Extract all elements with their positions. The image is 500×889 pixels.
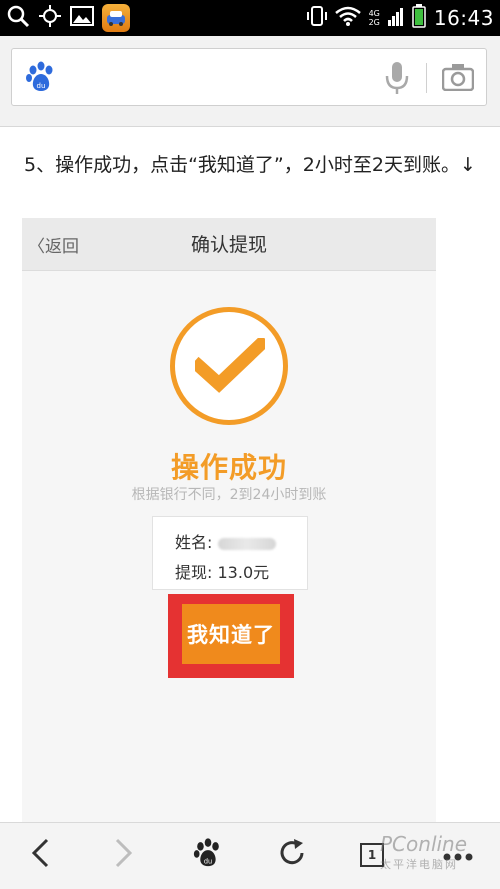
search-icon xyxy=(6,4,30,32)
chevron-left-icon xyxy=(29,837,51,873)
amount-row: 提现: 13.0元 xyxy=(175,559,269,583)
browser-search-bar: du xyxy=(0,36,500,127)
checkmark-icon xyxy=(189,334,271,398)
network-4g-label: 4G xyxy=(368,9,380,18)
confirm-withdraw-title: 确认提现 xyxy=(190,234,267,256)
baidu-paw-icon: du xyxy=(192,837,224,873)
highlight-box: 我知道了 xyxy=(168,594,294,678)
status-right-icons: 4G 2G 16:43 xyxy=(306,4,494,32)
wifi-icon xyxy=(334,5,361,31)
i-know-button[interactable]: 我知道了 xyxy=(182,604,280,664)
success-title: 操作成功 xyxy=(170,451,287,484)
network-indicator: 4G 2G xyxy=(369,9,380,27)
refresh-button[interactable] xyxy=(270,833,314,877)
amount-label: 提现: xyxy=(175,563,213,582)
status-left-icons xyxy=(6,4,130,32)
location-icon xyxy=(38,4,62,32)
status-bar: 4G 2G 16:43 xyxy=(0,0,500,36)
image-icon xyxy=(70,5,94,31)
search-divider xyxy=(426,63,427,93)
search-input[interactable]: du xyxy=(11,48,487,106)
name-label: 姓名: xyxy=(175,533,213,552)
battery-icon xyxy=(412,4,426,32)
watermark-sub: 太平洋电脑网 xyxy=(380,858,458,871)
home-button[interactable]: du xyxy=(186,833,230,877)
back-button[interactable] xyxy=(18,833,62,877)
signal-icon xyxy=(387,6,404,30)
withdraw-info-card: 姓名: 提现: 13.0元 xyxy=(152,516,308,590)
pconline-watermark: PConline 太平洋电脑网 xyxy=(380,832,500,882)
article-step-text: 5、操作成功，点击“我知道了”，2小时至2天到账。↓ xyxy=(24,154,476,176)
chevron-right-icon xyxy=(113,837,135,873)
vibrate-icon xyxy=(306,4,327,32)
success-check-circle xyxy=(170,307,288,425)
svg-text:du: du xyxy=(37,82,46,90)
network-2g-label: 2G xyxy=(368,18,380,27)
microphone-icon[interactable] xyxy=(384,61,410,99)
embedded-screenshot: 〈返回 确认提现 操作成功 根据银行不同，2到24小时到账 姓名: 提现: 13… xyxy=(22,218,436,822)
camera-icon[interactable] xyxy=(441,63,475,95)
refresh-icon xyxy=(277,838,307,872)
baidu-paw-icon[interactable]: du xyxy=(24,60,58,98)
forward-button[interactable] xyxy=(102,833,146,877)
watermark-brand: PConline xyxy=(380,832,468,856)
name-row: 姓名: xyxy=(175,529,277,553)
blurred-name xyxy=(218,537,277,550)
confirm-withdraw-header: 〈返回 确认提现 xyxy=(22,218,436,271)
status-time: 16:43 xyxy=(433,6,494,30)
success-subtitle: 根据银行不同，2到24小时到账 xyxy=(131,487,327,503)
app-notification-icon xyxy=(102,4,130,32)
svg-text:du: du xyxy=(204,857,212,865)
amount-value: 13.0元 xyxy=(217,563,270,582)
